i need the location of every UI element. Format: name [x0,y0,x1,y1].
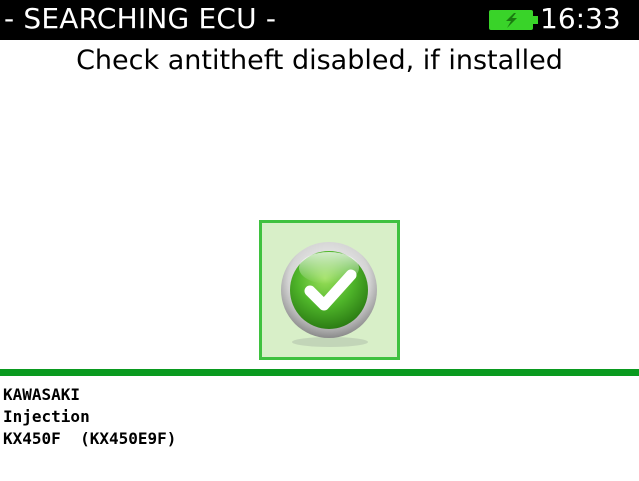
vehicle-system: Injection [3,407,90,426]
checkmark-icon [281,242,377,347]
divider [0,369,639,376]
clock: 16:33 [540,2,621,35]
instruction-message: Check antitheft disabled, if installed [76,45,563,76]
confirm-button[interactable] [259,220,400,360]
title-bar: - SEARCHING ECU - 16:33 [0,0,639,40]
screen-title: - SEARCHING ECU - [4,2,277,35]
vehicle-info: KAWASAKI Injection KX450F (KX450E9F) [3,384,176,450]
battery-charging-icon [488,9,540,31]
vehicle-brand: KAWASAKI [3,385,81,404]
vehicle-model: KX450F (KX450E9F) [3,429,177,448]
